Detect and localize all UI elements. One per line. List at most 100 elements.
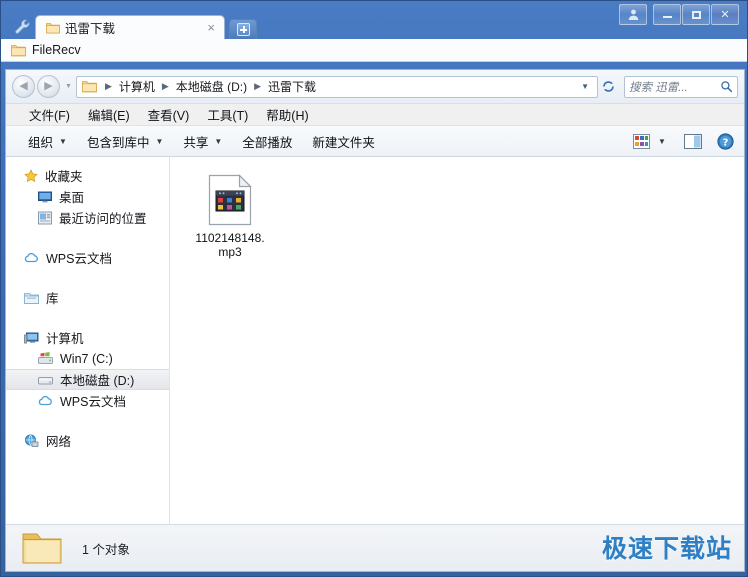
- nav-gap: [6, 312, 169, 327]
- wrench-icon[interactable]: [13, 17, 33, 37]
- history-dropdown-icon[interactable]: ▼: [65, 83, 72, 90]
- status-text: 1 个对象: [82, 542, 130, 557]
- nav-group-library: 库: [6, 287, 169, 308]
- cloud-icon: [24, 252, 38, 262]
- address-bar[interactable]: ▶ 计算机 ▶ 本地磁盘 (D:) ▶ 迅雷下载 ▼: [75, 75, 598, 98]
- view-layout-button[interactable]: [628, 130, 654, 152]
- nav-group-wps: WPS云文档: [6, 247, 169, 268]
- nav-gap: [6, 415, 169, 430]
- watermark: 极速下载站: [601, 534, 732, 563]
- toolbar-organize-label: 组织: [28, 135, 54, 150]
- menu-view[interactable]: 查看(V): [139, 103, 199, 126]
- explorer-frame: ◀ ▶ ▼ ▶ 计算机 ▶ 本地磁盘 (D:) ▶ 迅雷下载 ▼ 搜索 迅雷..…: [5, 69, 745, 572]
- generic-file-icon: [208, 174, 252, 226]
- toolbar-include-in-library[interactable]: 包含到库中 ▼: [79, 129, 171, 154]
- file-name: 1102148148.mp3: [195, 231, 265, 259]
- toolbar-new-folder-label: 新建文件夹: [312, 135, 375, 150]
- nav-group-favorites: 收藏夹 桌面 最近访问的位置: [6, 165, 169, 228]
- view-dropdown-button[interactable]: ▼: [654, 130, 670, 152]
- sidebar-item-favorites[interactable]: 收藏夹: [6, 165, 169, 186]
- breadcrumb-item-2[interactable]: 迅雷下载: [266, 78, 318, 95]
- menu-tools[interactable]: 工具(T): [198, 103, 257, 126]
- sidebar-item-win7-c[interactable]: Win7 (C:): [6, 348, 169, 369]
- title-bar: 迅雷下载 × ✕: [1, 1, 747, 39]
- content-split: 收藏夹 桌面 最近访问的位置 WPS云文档 库 计算机 Win7 (C:) 本地…: [6, 157, 744, 524]
- chevron-down-icon: ▼: [59, 136, 67, 146]
- refresh-button[interactable]: [598, 77, 618, 97]
- sidebar-label: WPS云文档: [46, 252, 112, 266]
- maximize-button[interactable]: [682, 4, 710, 25]
- folder-icon: [46, 22, 60, 33]
- sidebar-label: WPS云文档: [60, 395, 126, 409]
- search-input[interactable]: 搜索 迅雷...: [624, 75, 738, 98]
- plus-icon: [236, 23, 250, 36]
- toolbar-include-label: 包含到库中: [86, 135, 150, 150]
- sidebar-label: Win7 (C:): [60, 351, 113, 366]
- sidebar-item-desktop[interactable]: 桌面: [6, 186, 169, 207]
- new-tab-button[interactable]: [229, 19, 257, 39]
- menu-edit[interactable]: 编辑(E): [79, 103, 139, 126]
- file-item[interactable]: 1102148148.mp3: [184, 171, 276, 262]
- sidebar-item-recent-places[interactable]: 最近访问的位置: [6, 207, 169, 228]
- toolbar-share[interactable]: 共享 ▼: [175, 129, 230, 154]
- toolbar-play-all-label: 全部播放: [242, 135, 293, 150]
- sidebar-item-local-disk-d[interactable]: 本地磁盘 (D:): [6, 369, 169, 390]
- subtab-label: FileRecv: [32, 43, 81, 57]
- help-button[interactable]: ?: [712, 130, 738, 152]
- network-icon: [25, 434, 39, 447]
- refresh-icon: [602, 81, 614, 92]
- sidebar-label: 桌面: [59, 191, 85, 205]
- sub-tab-row: FileRecv: [1, 39, 747, 62]
- preview-pane-button[interactable]: [680, 130, 706, 152]
- sidebar-label: 最近访问的位置: [59, 212, 147, 226]
- chevron-down-icon: ▼: [155, 136, 164, 146]
- breadcrumb-item-0[interactable]: 计算机: [117, 78, 157, 95]
- sidebar-label: 收藏夹: [45, 170, 83, 184]
- navigation-pane: 收藏夹 桌面 最近访问的位置 WPS云文档 库 计算机 Win7 (C:) 本地…: [6, 157, 170, 524]
- forward-arrow-icon: ▶: [44, 80, 53, 92]
- windows-drive-icon: [38, 351, 53, 364]
- sidebar-label: 网络: [46, 435, 72, 449]
- recent-places-icon: [38, 211, 52, 224]
- breadcrumb-separator: ▶: [161, 81, 169, 91]
- menu-file[interactable]: 文件(F): [20, 103, 79, 126]
- menu-help[interactable]: 帮助(H): [257, 103, 317, 126]
- forward-button[interactable]: ▶: [37, 75, 60, 98]
- sidebar-label: 库: [46, 292, 59, 306]
- toolbar-play-all[interactable]: 全部播放: [234, 129, 300, 154]
- nav-gap: [6, 272, 169, 287]
- toolbar-organize[interactable]: 组织 ▼: [20, 129, 75, 154]
- chevron-down-icon: ▼: [658, 136, 666, 146]
- user-icon: [628, 9, 638, 20]
- sidebar-item-library[interactable]: 库: [6, 287, 169, 308]
- status-bar: 1 个对象 极速下载站: [6, 524, 744, 571]
- minimize-button[interactable]: [653, 4, 681, 25]
- file-list-pane[interactable]: 1102148148.mp3: [170, 157, 744, 524]
- close-window-button[interactable]: ✕: [711, 4, 739, 25]
- back-button[interactable]: ◀: [12, 75, 35, 98]
- search-icon: [721, 81, 733, 93]
- toolbar-new-folder[interactable]: 新建文件夹: [304, 129, 383, 154]
- breadcrumb-item-1[interactable]: 本地磁盘 (D:): [174, 78, 249, 95]
- computer-icon: [24, 332, 39, 343]
- sidebar-item-network[interactable]: 网络: [6, 430, 169, 451]
- maximize-icon: [691, 10, 701, 19]
- sidebar-item-wps-cloud[interactable]: WPS云文档: [6, 247, 169, 268]
- drive-icon: [38, 376, 53, 384]
- sidebar-item-computer[interactable]: 计算机: [6, 327, 169, 348]
- window-controls: ✕: [618, 4, 739, 25]
- command-toolbar: 组织 ▼ 包含到库中 ▼ 共享 ▼ 全部播放 新建文件夹 ▼ ?: [6, 126, 744, 157]
- sidebar-item-wps-cloud-2[interactable]: WPS云文档: [6, 390, 169, 411]
- desktop-icon: [38, 191, 52, 202]
- menu-bar: 文件(F) 编辑(E) 查看(V) 工具(T) 帮助(H): [6, 104, 744, 126]
- close-icon: ✕: [720, 9, 730, 21]
- folder-icon: [11, 44, 26, 56]
- subtab-filerecv[interactable]: FileRecv: [11, 43, 81, 57]
- breadcrumb-separator: ▶: [254, 81, 262, 91]
- back-arrow-icon: ◀: [19, 80, 28, 92]
- user-account-button[interactable]: [619, 4, 647, 25]
- close-tab-icon[interactable]: ×: [204, 21, 218, 34]
- sidebar-label: 本地磁盘 (D:): [60, 374, 135, 388]
- address-dropdown-icon[interactable]: ▼: [576, 82, 594, 91]
- tab-xunlei-download[interactable]: 迅雷下载 ×: [35, 15, 225, 39]
